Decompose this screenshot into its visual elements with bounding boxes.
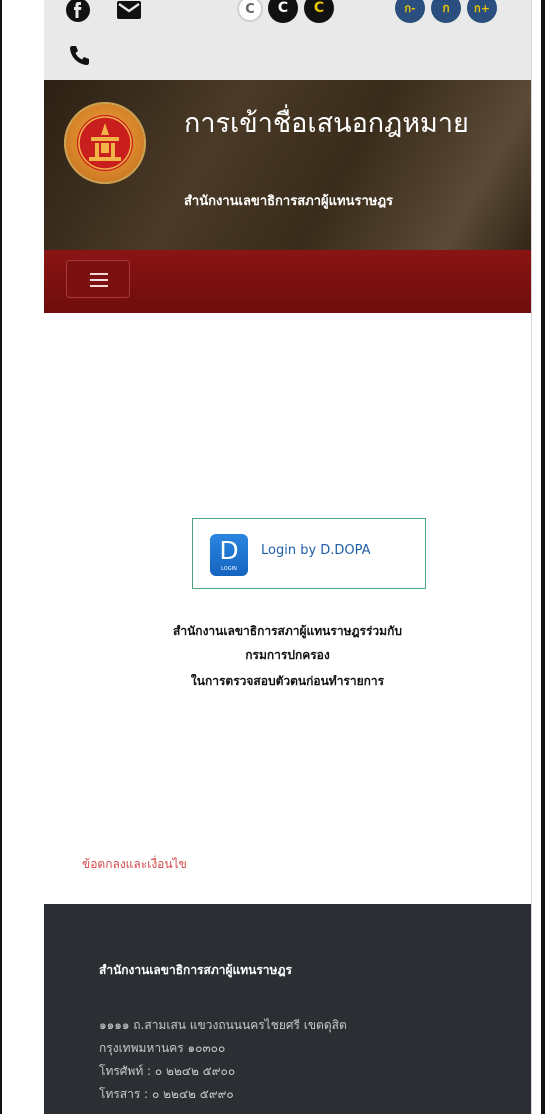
contrast-yellow-label: C bbox=[313, 0, 325, 16]
frame-right-border bbox=[541, 0, 545, 1114]
emblem-seal-icon bbox=[78, 116, 132, 170]
emblem-center bbox=[77, 115, 133, 171]
footer-address-line-2: กรุงเทพมหานคร ๑๐๓๐๐ bbox=[99, 1041, 226, 1055]
phone-icon[interactable] bbox=[68, 44, 90, 66]
site-header: การเข้าชื่อเสนอกฎหมาย สำนักงานเลขาธิการส… bbox=[44, 80, 531, 250]
login-description-line-1: สำนักงานเลขาธิการสภาผู้แทนราษฎรร่วมกับ bbox=[173, 624, 402, 638]
font-decrease-icon[interactable]: ก- bbox=[395, 0, 425, 23]
dopa-logo-letter: D bbox=[219, 536, 239, 565]
login-description-line-3: ในการตรวจสอบตัวตนก่อนทำรายการ bbox=[190, 674, 385, 688]
contrast-black-icon[interactable]: C bbox=[268, 0, 298, 23]
facebook-icon[interactable] bbox=[66, 0, 90, 22]
login-description-line-2: กรมการปกครอง bbox=[245, 648, 330, 662]
parliament-emblem-logo[interactable] bbox=[64, 102, 146, 184]
font-decrease-label: ก- bbox=[404, 2, 416, 15]
font-normal-label: ก bbox=[442, 0, 450, 15]
contrast-normal-icon[interactable]: C bbox=[237, 0, 263, 22]
main-navbar bbox=[44, 250, 531, 313]
frame-left-margin bbox=[2, 0, 44, 1114]
footer-phone: โทรศัพท์ : ๐ ๒๒๔๒ ๕๙๐๐ bbox=[99, 1064, 236, 1078]
login-dopa-button[interactable]: D LOGIN Login by D.DOPA bbox=[192, 518, 426, 589]
email-icon[interactable] bbox=[116, 0, 142, 20]
site-footer: สำนักงานเลขาธิการสภาผู้แทนราษฎร ๑๑๑๑ ถ.ส… bbox=[44, 904, 531, 1114]
dopa-logo-caption: LOGIN bbox=[221, 566, 237, 572]
menu-toggle-button[interactable] bbox=[66, 260, 130, 298]
dopa-logo-icon: D LOGIN bbox=[210, 534, 248, 576]
page-title: การเข้าชื่อเสนอกฎหมาย bbox=[184, 108, 469, 139]
terms-and-conditions-link[interactable]: ข้อตกลงและเงื่อนไข bbox=[82, 855, 187, 874]
contrast-yellow-icon[interactable]: C bbox=[304, 0, 334, 23]
hamburger-line bbox=[90, 279, 108, 281]
font-normal-icon[interactable]: ก bbox=[431, 0, 461, 23]
footer-address-line-1: ๑๑๑๑ ถ.สามเสน แขวงถนนนครไชยศรี เขตดุสิต bbox=[99, 1018, 347, 1032]
mobile-viewport: C C C ก- ก ก+ การเข้าชื่อเสนอกฎหมาย สำนั… bbox=[44, 0, 531, 1114]
footer-organization-name: สำนักงานเลขาธิการสภาผู้แทนราษฎร bbox=[99, 963, 292, 977]
contrast-black-label: C bbox=[277, 0, 289, 16]
top-utility-bar: C C C ก- ก ก+ bbox=[44, 0, 531, 80]
font-increase-label: ก+ bbox=[474, 2, 490, 15]
contrast-normal-label: C bbox=[245, 1, 255, 17]
organization-name: สำนักงานเลขาธิการสภาผู้แทนราษฎร bbox=[184, 194, 394, 209]
hamburger-line bbox=[90, 273, 108, 275]
login-button-label: Login by D.DOPA bbox=[261, 543, 371, 558]
hamburger-line bbox=[90, 285, 108, 287]
footer-fax: โทรสาร : ๐ ๒๒๔๒ ๕๙๙๐ bbox=[99, 1087, 234, 1101]
font-increase-icon[interactable]: ก+ bbox=[467, 0, 497, 23]
